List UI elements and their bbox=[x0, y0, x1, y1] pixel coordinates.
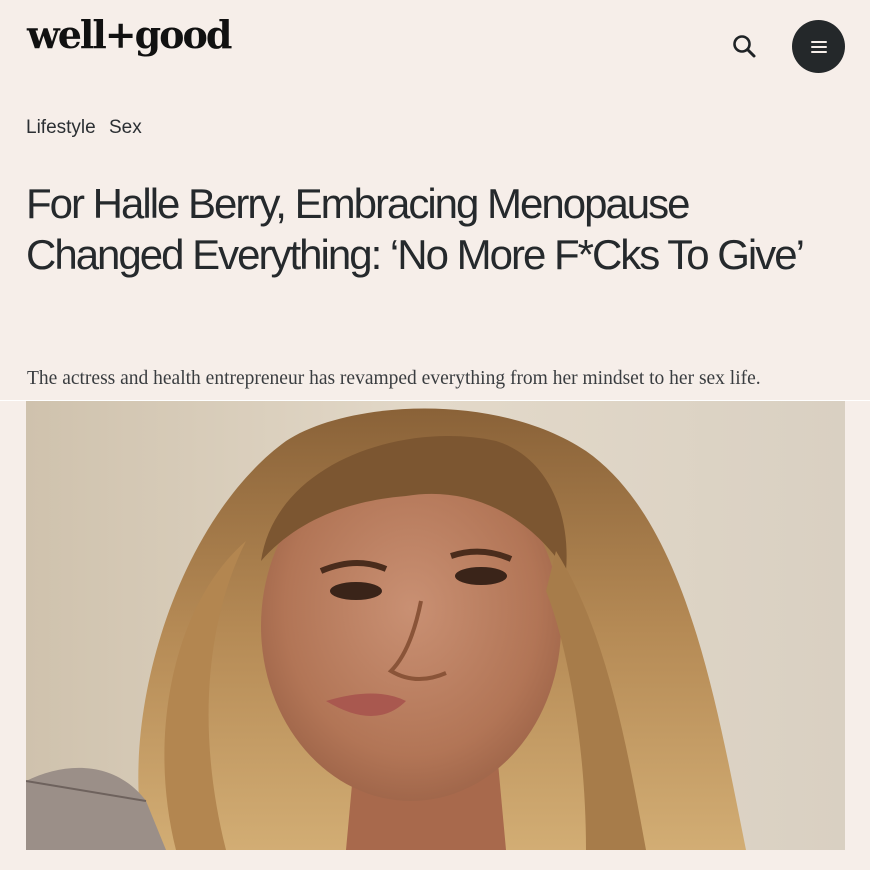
site-logo[interactable]: well+good bbox=[27, 16, 232, 54]
article-title: For Halle Berry, Embracing Menopause Cha… bbox=[26, 180, 805, 278]
article-dek: The actress and health entrepreneur has … bbox=[27, 368, 761, 389]
category-tags: Lifestyle Sex bbox=[26, 117, 150, 139]
search-button[interactable] bbox=[726, 28, 762, 64]
search-icon bbox=[733, 35, 756, 58]
menu-button[interactable] bbox=[792, 20, 845, 73]
hero-photo bbox=[26, 401, 845, 850]
hero-image bbox=[26, 401, 845, 850]
tag-lifestyle[interactable]: Lifestyle bbox=[26, 117, 96, 138]
site-header: well+good bbox=[0, 0, 870, 92]
tag-sex[interactable]: Sex bbox=[109, 117, 142, 138]
hamburger-menu-icon bbox=[810, 40, 827, 53]
